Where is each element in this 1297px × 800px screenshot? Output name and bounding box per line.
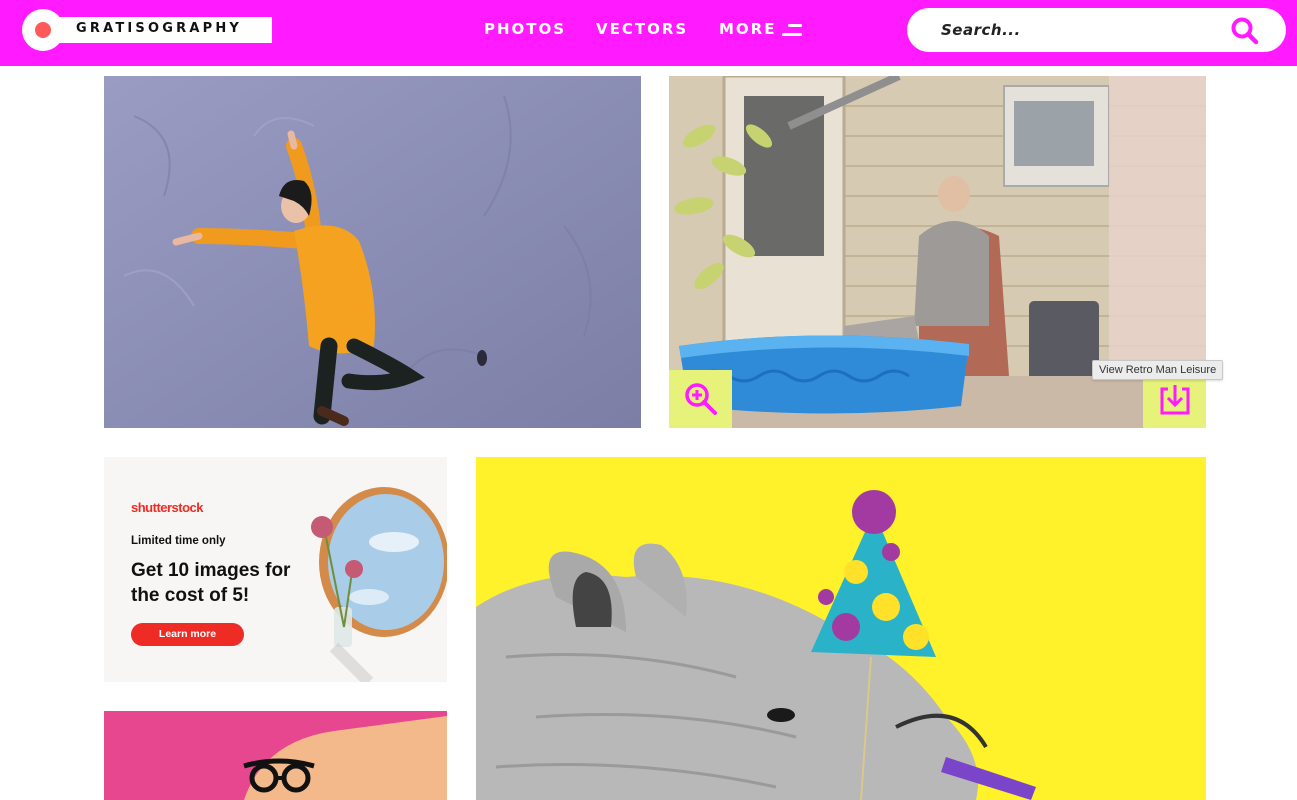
- party-rhino-vector-icon: [476, 457, 1206, 800]
- photo-dancer[interactable]: [104, 76, 641, 428]
- nav-vectors[interactable]: VECTORS: [596, 20, 688, 38]
- search-icon[interactable]: [1230, 16, 1260, 46]
- dancer-photo-icon: [104, 76, 641, 428]
- mirror-flower-icon: [311, 487, 447, 682]
- nav-photos[interactable]: PHOTOS: [484, 20, 566, 38]
- vector-party-rhino[interactable]: [476, 457, 1206, 800]
- pink-disguise-vector-icon: [104, 711, 447, 800]
- logo-text: GRATISOGRAPHY: [76, 21, 243, 36]
- search-bar: [907, 8, 1286, 52]
- zoom-in-icon: [685, 383, 717, 415]
- menu-icon[interactable]: [782, 24, 802, 38]
- site-header: GRATISOGRAPHY PHOTOS VECTORS MORE: [0, 0, 1297, 66]
- learn-more-button[interactable]: Learn more: [131, 623, 244, 646]
- site-logo[interactable]: GRATISOGRAPHY: [22, 9, 272, 51]
- logo-circle: [22, 9, 64, 51]
- search-input[interactable]: [941, 18, 1231, 42]
- nav-more[interactable]: MORE: [719, 20, 776, 38]
- tooltip: View Retro Man Leisure: [1092, 360, 1224, 380]
- vector-pink-disguise[interactable]: [104, 711, 447, 800]
- shutterstock-ad[interactable]: shutterstock Limited time only Get 10 im…: [104, 457, 447, 682]
- ad-tagline: Limited time only: [131, 535, 226, 547]
- ad-brand-logo: shutterstock: [131, 500, 204, 515]
- zoom-button[interactable]: [669, 370, 732, 428]
- download-icon: [1160, 385, 1190, 415]
- logo-dot-icon: [35, 22, 51, 38]
